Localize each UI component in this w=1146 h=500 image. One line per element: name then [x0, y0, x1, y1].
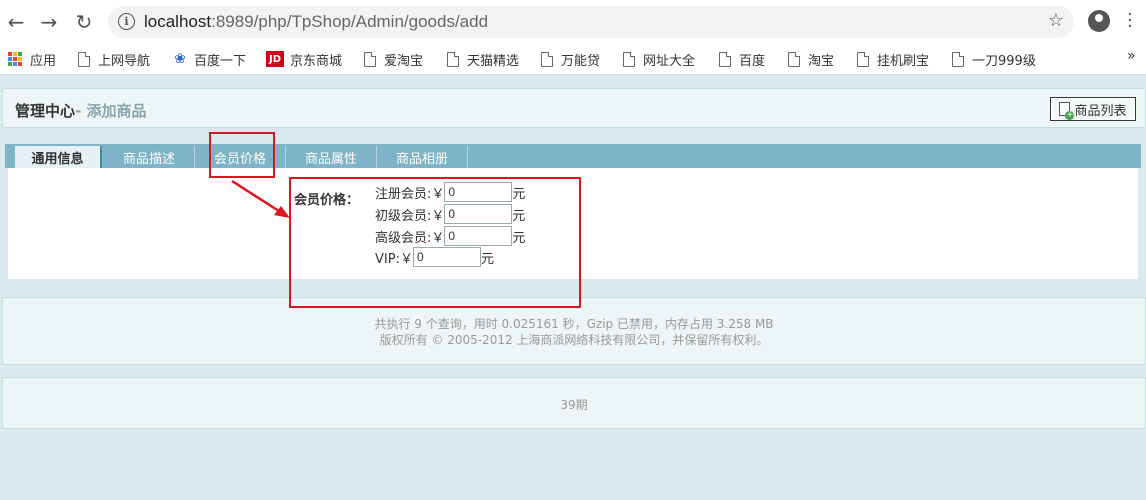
page-icon	[952, 51, 964, 67]
bookmark-item[interactable]: 爱淘宝	[364, 49, 423, 69]
url-text[interactable]: localhost:8989/php/TpShop/Admin/goods/ad…	[144, 12, 488, 32]
reload-icon[interactable]: ↻	[72, 10, 96, 34]
browser-toolbar: ← → ↻ i localhost:8989/php/TpShop/Admin/…	[0, 0, 1146, 43]
forward-arrow-icon[interactable]: →	[37, 10, 61, 34]
bookmark-item[interactable]: 一刀999级	[952, 49, 1036, 69]
admin-page: 管理中心- 添加商品 商品列表 通用信息 商品描述 会员价格 商品属性 商品相册…	[0, 76, 1146, 500]
menu-dots-icon[interactable]: · · ·	[1127, 6, 1133, 36]
page-icon	[447, 51, 459, 67]
bookmark-star-icon[interactable]: ☆	[1048, 10, 1064, 31]
bookmark-apps[interactable]: 应用	[8, 49, 56, 69]
page-icon	[788, 51, 800, 67]
page-icon	[623, 51, 635, 67]
bookmark-item[interactable]: 上网导航	[78, 49, 150, 69]
page-icon	[364, 51, 376, 67]
bookmark-item[interactable]: 百度	[719, 49, 765, 69]
bookmarks-bar: 应用 上网导航 ❀ 百度一下 JD 京东商城 爱淘宝 天猫精选 万能贷 网址大全 百…	[0, 43, 1146, 75]
bookmark-item[interactable]: ❀ 百度一下	[172, 49, 246, 69]
page-icon	[541, 51, 553, 67]
address-bar[interactable]: i localhost:8989/php/TpShop/Admin/goods/…	[108, 6, 1074, 38]
apps-grid-icon	[8, 52, 22, 66]
info-icon[interactable]: i	[118, 13, 135, 30]
jd-icon: JD	[266, 51, 284, 67]
bookmark-item[interactable]: JD 京东商城	[266, 49, 342, 69]
bookmarks-more-button[interactable]: »	[1127, 48, 1136, 64]
annotation-arrow-icon	[231, 179, 290, 218]
bookmark-item[interactable]: 天猫精选	[447, 49, 519, 69]
bookmark-item[interactable]: 淘宝	[788, 49, 834, 69]
bookmark-item[interactable]: 网址大全	[623, 49, 695, 69]
back-arrow-icon[interactable]: ←	[4, 10, 28, 34]
page-icon	[78, 51, 90, 67]
bookmark-item[interactable]: 挂机刷宝	[857, 49, 929, 69]
bookmark-item[interactable]: 万能贷	[541, 49, 600, 69]
page-icon	[857, 51, 869, 67]
page-icon	[719, 51, 731, 67]
profile-avatar-icon[interactable]	[1088, 10, 1110, 32]
baidu-paw-icon: ❀	[174, 51, 186, 67]
